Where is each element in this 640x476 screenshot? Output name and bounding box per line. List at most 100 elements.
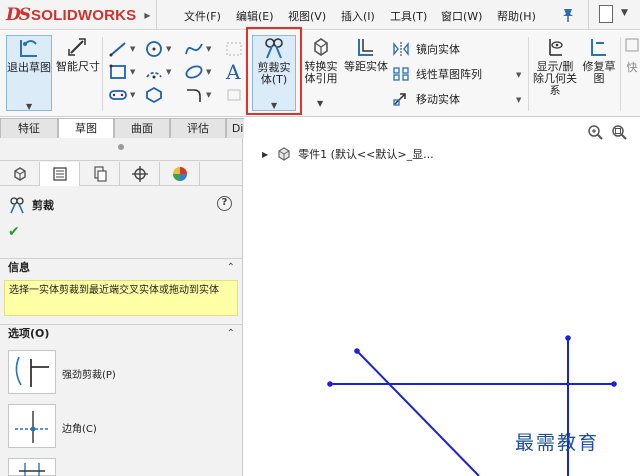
tab-configuration-manager[interactable] <box>80 162 120 186</box>
feature-manager-icon <box>13 167 26 181</box>
logo-arrow-icon[interactable]: ▸ <box>144 8 150 22</box>
dimxpert-manager-icon <box>131 166 148 182</box>
away-from-each-other-icon <box>19 463 45 476</box>
property-manager-pane: 剪裁 ? ✔ 信息 ⌃ 选择一实体剪裁到最近端交叉实体或拖动到实体 选项(O) … <box>0 138 243 476</box>
pattern-dropdown-icon[interactable]: ▼ <box>516 71 521 79</box>
menu-insert[interactable]: 插入(I) <box>341 8 375 24</box>
tab-display-manager[interactable] <box>160 162 200 186</box>
zoom-to-fit-icon[interactable] <box>586 123 604 141</box>
tab-features[interactable]: 特征 <box>0 118 58 138</box>
convert-entities-button[interactable]: 转换实体引用 ▼ <box>300 35 342 108</box>
collapse-icon[interactable]: ⌃ <box>227 259 235 277</box>
rectangle-dropdown-icon[interactable]: ▼ <box>130 68 135 76</box>
pane-grip-handle[interactable] <box>118 144 124 150</box>
menu-tools[interactable]: 工具(T) <box>390 8 427 24</box>
new-document-area: ▼ <box>588 0 640 30</box>
sketch-endpoint[interactable] <box>354 348 360 354</box>
move-entities-button[interactable]: 移动实体 <box>392 91 460 107</box>
part-label: 零件1 (默认<<默认>_显... <box>298 148 434 161</box>
text-tool-icon[interactable]: A <box>226 60 240 84</box>
quick-snaps-label: 快 <box>626 61 638 74</box>
tab-feature-manager[interactable] <box>0 162 40 186</box>
arc-icon[interactable] <box>144 63 164 81</box>
line-dropdown-icon[interactable]: ▼ <box>130 45 135 53</box>
offset-entities-label: 等距实体 <box>344 60 388 73</box>
quick-snaps-button[interactable]: 快 <box>624 35 640 74</box>
ellipse-dropdown-icon[interactable]: ▼ <box>206 68 211 76</box>
repair-sketch-button[interactable]: 修复草图 <box>582 35 616 85</box>
arc-dropdown-icon[interactable]: ▼ <box>166 68 171 76</box>
tab-dimxpert-manager[interactable] <box>120 162 160 186</box>
sketch-endpoint[interactable] <box>327 381 333 387</box>
sketch-line-diagonal[interactable] <box>356 350 480 476</box>
collapse-icon[interactable]: ⌃ <box>227 325 235 343</box>
menu-edit[interactable]: 编辑(E) <box>236 8 274 24</box>
convert-dropdown-icon[interactable]: ▼ <box>317 97 323 110</box>
mirror-entities-button[interactable]: 镜向实体 <box>392 41 460 57</box>
menu-file[interactable]: 文件(F) <box>184 8 221 24</box>
repair-sketch-label: 修复草图 <box>582 60 616 85</box>
slot-dropdown-icon[interactable]: ▼ <box>130 91 135 99</box>
trim-entities-button[interactable]: 剪裁实体(T) ▼ <box>252 35 296 111</box>
linear-pattern-button[interactable]: 线性草图阵列 <box>392 66 482 82</box>
quick-snaps-icon <box>625 38 639 52</box>
menu-view[interactable]: 视图(V) <box>288 8 326 24</box>
options-section-header[interactable]: 选项(O) ⌃ <box>0 324 243 342</box>
menu-window[interactable]: 窗口(W) <box>441 8 482 24</box>
spline-icon[interactable] <box>184 40 204 58</box>
configuration-manager-icon <box>93 166 107 182</box>
pin-icon[interactable] <box>561 7 575 23</box>
line-icon[interactable] <box>108 40 128 58</box>
show-delete-relations-button[interactable]: 显示/删除几何关系 <box>532 35 578 97</box>
fillet-dropdown-icon[interactable]: ▼ <box>206 91 211 99</box>
new-document-icon[interactable] <box>599 5 613 23</box>
offset-entities-button[interactable]: 等距实体 <box>344 35 388 73</box>
ok-check-icon[interactable]: ✔ <box>8 224 20 240</box>
info-section-header[interactable]: 信息 ⌃ <box>0 258 243 276</box>
ellipse-icon[interactable] <box>184 63 204 81</box>
power-trim-label[interactable]: 强劲剪裁(P) <box>62 366 116 381</box>
circle-icon[interactable] <box>144 40 164 58</box>
corner-label[interactable]: 边角(C) <box>62 420 97 435</box>
move-dropdown-icon[interactable]: ▼ <box>516 96 521 104</box>
trim-entities-icon <box>265 38 283 59</box>
polygon-icon[interactable] <box>144 86 164 104</box>
new-document-dropdown-icon[interactable]: ▼ <box>621 8 628 18</box>
mirror-icon <box>393 42 409 56</box>
solidworks-logo[interactable]: DS SOLIDWORKS ▸ <box>0 0 157 30</box>
tab-property-manager[interactable] <box>40 162 80 186</box>
next-option-tile[interactable] <box>8 458 56 476</box>
separator <box>528 37 529 111</box>
power-trim-option[interactable] <box>8 350 56 394</box>
separator <box>102 37 103 111</box>
property-manager-icon <box>52 167 67 181</box>
plane-faded-icon <box>227 89 241 101</box>
corner-option[interactable] <box>8 404 56 448</box>
exit-sketch-dropdown-icon[interactable]: ▼ <box>26 100 32 113</box>
rectangle-icon[interactable] <box>108 63 128 81</box>
spline-dropdown-icon[interactable]: ▼ <box>206 45 211 53</box>
smart-dimension-button[interactable]: 智能尺寸 <box>56 35 100 73</box>
expand-icon[interactable]: ▶ <box>262 150 268 159</box>
repair-sketch-icon <box>591 39 606 56</box>
exit-sketch-icon <box>20 40 37 57</box>
zoom-to-area-icon[interactable] <box>610 123 628 141</box>
feature-tree-part[interactable]: ▶ 零件1 (默认<<默认>_显... <box>262 146 434 162</box>
offset-entities-icon <box>358 39 373 56</box>
sketch-endpoint[interactable] <box>565 335 571 341</box>
menu-help[interactable]: 帮助(H) <box>497 8 536 24</box>
tab-evaluate[interactable]: 评估 <box>170 118 226 138</box>
property-manager-title: 剪裁 <box>8 196 54 214</box>
linear-pattern-label: 线性草图阵列 <box>416 68 482 81</box>
tab-surfaces[interactable]: 曲面 <box>114 118 170 138</box>
circle-dropdown-icon[interactable]: ▼ <box>166 45 171 53</box>
ds-logo-mark: DS <box>6 5 31 25</box>
help-icon[interactable]: ? <box>217 196 232 211</box>
tab-sketch[interactable]: 草图 <box>58 118 114 138</box>
exit-sketch-button[interactable]: 退出草图 ▼ <box>6 35 52 111</box>
sketch-endpoint[interactable] <box>611 381 617 387</box>
info-message: 选择一实体剪裁到最近端交叉实体或拖动到实体 <box>4 280 238 316</box>
sketch-fillet-icon[interactable] <box>184 86 204 104</box>
slot-icon[interactable] <box>108 86 128 104</box>
trim-dropdown-icon[interactable]: ▼ <box>271 99 277 112</box>
